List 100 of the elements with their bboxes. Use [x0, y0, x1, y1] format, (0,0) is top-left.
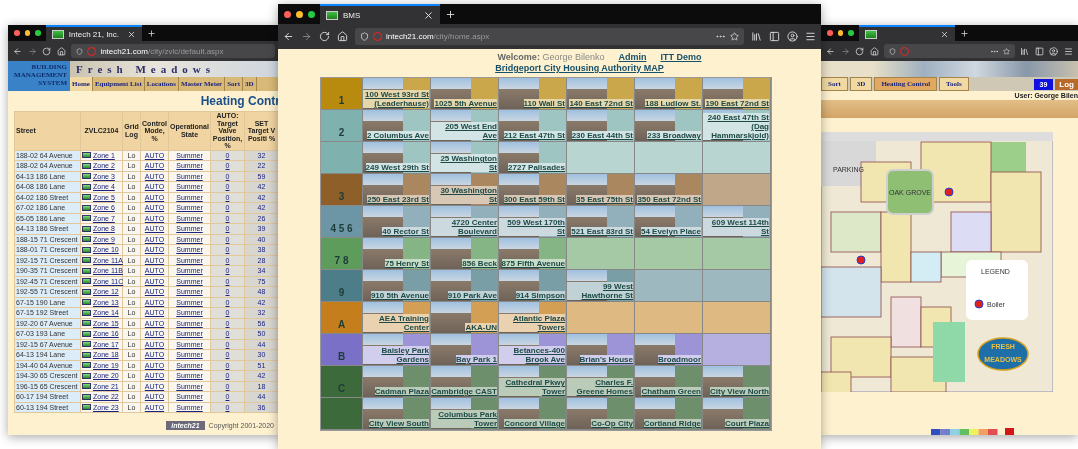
- sidebar-icon[interactable]: [1034, 46, 1044, 56]
- building-tile[interactable]: Cambridge CAST: [431, 366, 499, 398]
- building-tile[interactable]: Brian's House: [567, 334, 635, 366]
- building-tile[interactable]: 140 East 72nd St: [567, 78, 635, 110]
- building-name-link[interactable]: 914 Simpson: [515, 291, 565, 300]
- building-name-link[interactable]: City View South: [368, 419, 429, 428]
- building-name-link[interactable]: 205 West End Ave: [431, 122, 497, 140]
- building-tile[interactable]: Atlantic Plaza Towers: [499, 302, 567, 334]
- building-name-link[interactable]: 856 Beck: [462, 259, 497, 268]
- building-name-link[interactable]: 54 Evelyn Place: [640, 227, 701, 236]
- new-tab-icon[interactable]: [959, 28, 969, 38]
- building-tile[interactable]: Cortland Ridge: [635, 398, 703, 430]
- building-name-link[interactable]: 250 East 23rd St: [367, 195, 429, 204]
- building-name-link[interactable]: Broadmoor: [657, 355, 701, 364]
- menu-icon[interactable]: [805, 31, 816, 42]
- building-tile[interactable]: 4720 Center Boulevard: [431, 206, 499, 238]
- building-name-link[interactable]: 910 5th Avenue: [370, 291, 429, 300]
- building-tile[interactable]: 300 East 59th St: [499, 174, 567, 206]
- building-tile[interactable]: 509 West 170th St: [499, 206, 567, 238]
- close-tab-icon[interactable]: [939, 29, 949, 39]
- bookmark-star-icon[interactable]: [1002, 47, 1010, 55]
- map-link[interactable]: Bridgeport City Housing Authority MAP: [495, 63, 664, 73]
- building-name-link[interactable]: Co-Op City: [591, 419, 633, 428]
- building-name-link[interactable]: 509 West 170th St: [499, 218, 565, 236]
- building-name-link[interactable]: City View North: [710, 387, 769, 396]
- building-name-link[interactable]: 212 East 47th St: [503, 131, 565, 140]
- building-tile[interactable]: 35 East 75th St: [567, 174, 635, 206]
- building-tile[interactable]: 40 Rector St: [363, 206, 431, 238]
- minimize-window-icon[interactable]: [296, 10, 303, 18]
- building-tile[interactable]: 190 East 72nd St: [703, 78, 771, 110]
- building-tile[interactable]: Betances-400 Brook Ave: [499, 334, 567, 366]
- building-tile[interactable]: 54 Evelyn Place: [635, 206, 703, 238]
- building-name-link[interactable]: Betances-400 Brook Ave: [499, 346, 565, 364]
- building-name-link[interactable]: Columbus Park Tower: [431, 410, 497, 428]
- building-tile[interactable]: Chatham Green: [635, 366, 703, 398]
- building-name-link[interactable]: 4720 Center Boulevard: [431, 218, 497, 236]
- building-tile[interactable]: 521 East 83rd St: [567, 206, 635, 238]
- building-name-link[interactable]: Chatham Green: [641, 387, 701, 396]
- back-icon[interactable]: [13, 46, 22, 56]
- building-tile[interactable]: 910 Park Ave: [431, 270, 499, 302]
- building-name-link[interactable]: Concord Village: [504, 419, 565, 428]
- maximize-window-icon[interactable]: [848, 30, 854, 36]
- building-name-link[interactable]: Cortland Ridge: [643, 419, 701, 428]
- building-name-link[interactable]: 2 Columbus Ave: [366, 131, 429, 140]
- close-tab-icon[interactable]: [423, 9, 434, 21]
- reload-icon[interactable]: [855, 46, 865, 56]
- reload-icon[interactable]: [42, 46, 52, 56]
- building-tile[interactable]: 205 West End Ave: [431, 110, 499, 142]
- building-tile[interactable]: 188 Ludlow St.: [635, 78, 703, 110]
- building-name-link[interactable]: 30 Washington St: [431, 186, 497, 204]
- building-tile[interactable]: Baisley Park Gardens: [363, 334, 431, 366]
- reload-icon[interactable]: [319, 31, 330, 42]
- building-tile[interactable]: AKA-UN: [431, 302, 499, 334]
- building-name-link[interactable]: Bay Park 1: [456, 355, 497, 364]
- building-name-link[interactable]: AEA Training Center: [363, 314, 429, 332]
- building-tile[interactable]: Bay Park 1: [431, 334, 499, 366]
- building-name-link[interactable]: 110 Wall St: [523, 99, 565, 108]
- minimize-window-icon[interactable]: [837, 30, 844, 36]
- building-name-link[interactable]: Atlantic Plaza Towers: [499, 314, 565, 332]
- building-tile[interactable]: Concord Village: [499, 398, 567, 430]
- close-tab-icon[interactable]: [126, 29, 136, 39]
- building-tile[interactable]: 30 Washington St: [431, 174, 499, 206]
- building-name-link[interactable]: 190 East 72nd St: [705, 99, 769, 108]
- building-tile[interactable]: Cathedral Pkwy Tower: [499, 366, 567, 398]
- building-name-link[interactable]: Court Plaza: [725, 419, 769, 428]
- building-tile[interactable]: City View North: [703, 366, 771, 398]
- building-tile[interactable]: 910 5th Avenue: [363, 270, 431, 302]
- building-name-link[interactable]: 188 Ludlow St.: [645, 99, 701, 108]
- building-name-link[interactable]: 2727 Palisades: [508, 163, 565, 172]
- building-tile[interactable]: 110 Wall St: [499, 78, 567, 110]
- maximize-window-icon[interactable]: [35, 30, 41, 36]
- account-icon[interactable]: [787, 31, 798, 42]
- close-window-icon[interactable]: [14, 30, 20, 36]
- building-tile[interactable]: 609 West 114th St: [703, 206, 771, 238]
- building-name-link[interactable]: Baisley Park Gardens: [363, 346, 429, 364]
- building-name-link[interactable]: 300 East 59th St: [503, 195, 565, 204]
- close-window-icon[interactable]: [827, 30, 833, 36]
- library-icon[interactable]: [1020, 46, 1030, 56]
- building-name-link[interactable]: 521 East 83rd St: [571, 227, 633, 236]
- account-icon[interactable]: [1049, 46, 1059, 56]
- building-tile[interactable]: 230 East 44th St: [567, 110, 635, 142]
- building-tile[interactable]: Court Plaza: [703, 398, 771, 430]
- building-tile[interactable]: City View South: [363, 398, 431, 430]
- building-name-link[interactable]: 230 East 44th St: [571, 131, 633, 140]
- building-name-link[interactable]: Charles F. Greene Homes: [567, 378, 633, 396]
- building-tile[interactable]: Cadman Plaza: [363, 366, 431, 398]
- building-name-link[interactable]: 75 Henry St: [384, 259, 429, 268]
- building-tile[interactable]: 100 West 93rd St (Leaderhause): [363, 78, 431, 110]
- building-tile[interactable]: Columbus Park Tower: [431, 398, 499, 430]
- maximize-window-icon[interactable]: [308, 10, 315, 18]
- address-field[interactable]: intech21.com/city/zvlc/default.aspx: [71, 44, 275, 58]
- building-name-link[interactable]: 99 West Hawthorne St: [567, 282, 633, 300]
- building-name-link[interactable]: 233 Broadway: [647, 131, 701, 140]
- building-name-link[interactable]: 350 East 72nd St: [637, 195, 701, 204]
- building-tile[interactable]: Charles F. Greene Homes: [567, 366, 635, 398]
- home-icon[interactable]: [337, 31, 348, 42]
- sidebar-icon[interactable]: [769, 31, 780, 42]
- minimize-window-icon[interactable]: [24, 30, 31, 36]
- back-icon[interactable]: [283, 31, 294, 42]
- building-name-link[interactable]: 140 East 72nd St: [569, 99, 633, 108]
